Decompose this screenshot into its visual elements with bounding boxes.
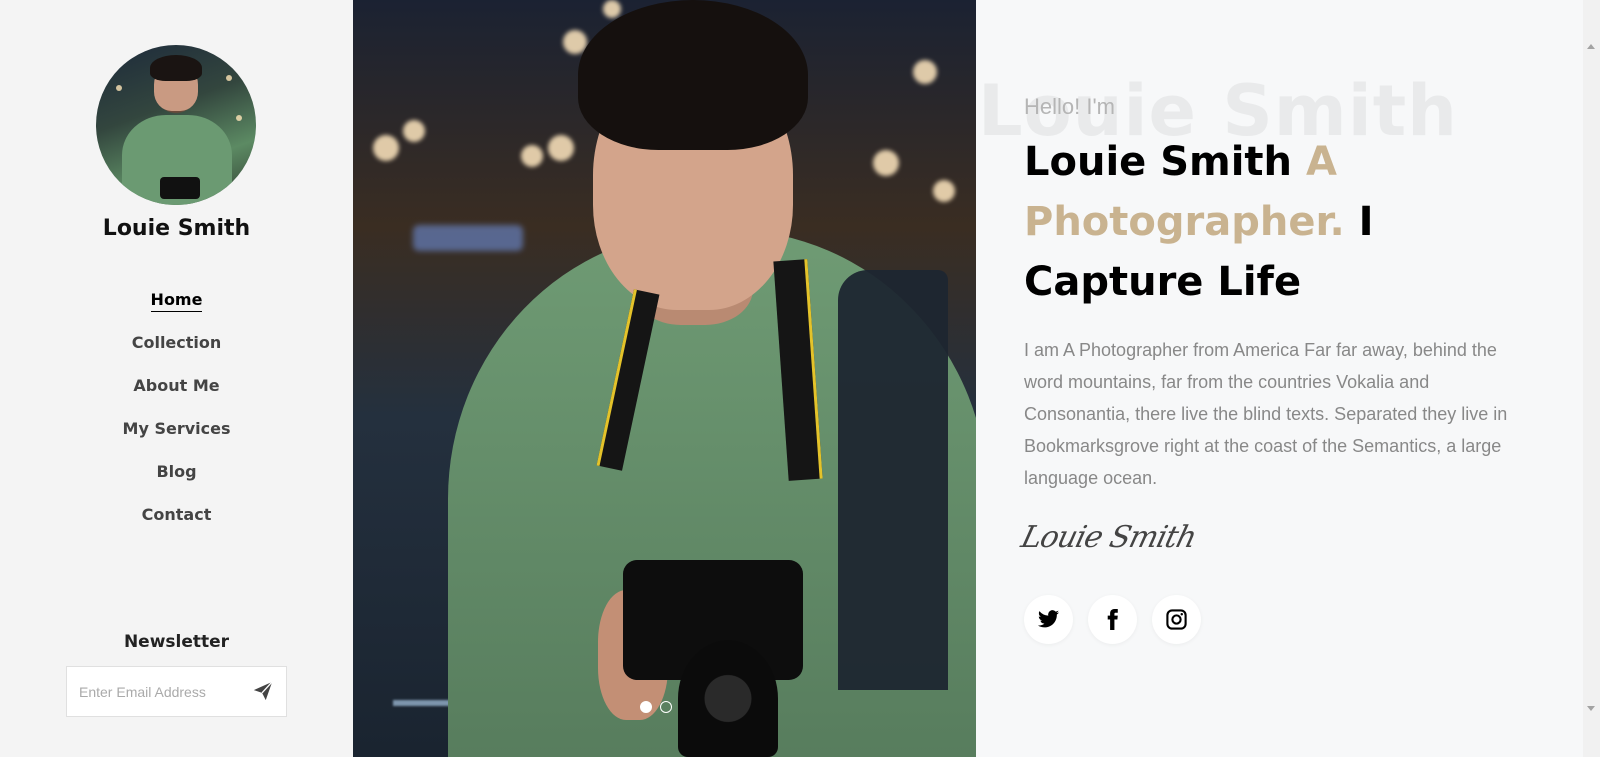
sidebar-name: Louie Smith: [102, 216, 251, 241]
slider-dot-1[interactable]: [640, 701, 652, 713]
bio-text: I am A Photographer from America Far far…: [1024, 340, 1508, 488]
scroll-up-arrow-icon[interactable]: [1587, 44, 1595, 49]
facebook-link[interactable]: [1088, 595, 1137, 644]
nav-item-about-me[interactable]: About Me: [0, 372, 353, 415]
intro-section: Louie Smith Hello! I'm Louie Smith A Pho…: [976, 0, 1578, 757]
headline-name: Louie Smith: [1024, 139, 1293, 185]
facebook-icon: [1107, 608, 1118, 631]
scroll-down-arrow-icon[interactable]: [1587, 706, 1595, 711]
nav-item-collection[interactable]: Collection: [0, 329, 353, 372]
sidebar: Louie Smith Home Collection About Me My …: [0, 0, 353, 757]
headline-tagline-start: I: [1358, 199, 1374, 245]
page-scrollbar[interactable]: [1583, 0, 1600, 757]
nav-item-contact[interactable]: Contact: [0, 501, 353, 544]
hero-photo: [353, 0, 976, 757]
nav-item-home[interactable]: Home: [0, 286, 353, 329]
nav-item-my-services[interactable]: My Services: [0, 415, 353, 458]
signature: Louie Smith: [1017, 520, 1200, 555]
newsletter-email-input[interactable]: [67, 667, 243, 716]
headline-tagline-end: Capture Life: [1024, 259, 1302, 305]
slider-dots: [640, 700, 680, 718]
instagram-icon: [1166, 609, 1187, 630]
newsletter-submit-button[interactable]: [250, 679, 276, 705]
nav-item-blog[interactable]: Blog: [0, 458, 353, 501]
main-nav: Home Collection About Me My Services Blo…: [0, 286, 353, 544]
newsletter-title: Newsletter: [123, 632, 230, 652]
instagram-link[interactable]: [1152, 595, 1201, 644]
social-links: [1024, 595, 1216, 649]
avatar: [96, 45, 256, 205]
headline: Louie Smith A Photographer. I Capture Li…: [1024, 132, 1524, 312]
greeting: Hello! I'm: [1024, 94, 1115, 119]
twitter-link[interactable]: [1024, 595, 1073, 644]
slider-dot-2[interactable]: [660, 701, 672, 713]
paper-plane-icon: [253, 680, 273, 700]
newsletter-form: [66, 666, 287, 717]
twitter-icon: [1037, 610, 1060, 628]
